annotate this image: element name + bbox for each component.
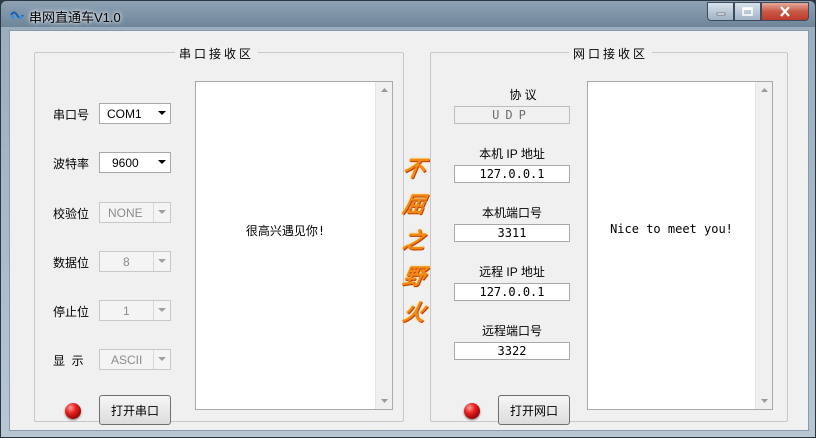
scroll-up-icon[interactable] [376,82,392,98]
local-port-label: 本机端口号 [481,206,542,220]
stopbits-label: 停止位 [53,305,90,319]
slogan-char: 火 [400,300,428,326]
minimize-button[interactable] [707,2,734,21]
slogan-char: 不 [400,156,428,182]
maximize-icon [742,7,753,16]
window-title: 串网直通车V1.0 [29,10,121,25]
local-ip-label: 本机 IP 地址 [479,147,545,161]
local-port-field[interactable]: 3311 [454,224,570,242]
serial-received-text: 很高兴遇见你! [245,224,326,238]
scroll-down-icon[interactable] [376,393,392,409]
baud-value: 9600 [112,156,139,170]
stopbits-value: 1 [123,304,130,318]
serial-group-title: 串口接收区 [175,45,259,62]
scroll-up-icon[interactable] [756,82,772,98]
local-ip-field[interactable]: 127.0.0.1 [454,165,570,183]
slogan: 不 屈 之 野 火 [399,151,429,331]
minimize-icon [716,12,725,15]
databits-label: 数据位 [53,256,90,270]
display-value: ASCII [111,353,143,367]
chevron-down-icon [153,252,170,271]
parity-label: 校验位 [53,207,90,221]
parity-value: NONE [108,206,143,220]
serial-receive-group: 串口接收区 串口号 COM1 波特率 9600 校验位 NONE 数据位 8 停… [34,45,404,425]
title-bar[interactable]: 串网直通车V1.0 [1,1,815,29]
serial-receive-textbox[interactable]: 很高兴遇见你! [195,81,393,410]
chevron-down-icon [153,153,170,172]
protocol-label: 协 议 [509,88,537,102]
close-icon [780,6,790,17]
slogan-char: 之 [400,228,428,254]
maximize-button[interactable] [734,2,761,21]
display-select[interactable]: ASCII [99,349,171,370]
remote-port-field[interactable]: 3322 [454,342,570,360]
port-label: 串口号 [53,108,90,122]
client-area: 串口接收区 串口号 COM1 波特率 9600 校验位 NONE 数据位 8 停… [9,30,809,431]
slogan-char: 野 [400,264,428,290]
chevron-down-icon [153,203,170,222]
network-receive-textbox[interactable]: Nice to meet you! [587,81,773,410]
network-scrollbar[interactable] [755,82,772,409]
port-select[interactable]: COM1 [99,103,171,124]
scroll-down-icon[interactable] [756,393,772,409]
serial-status-led [65,403,81,419]
network-receive-group: 网口接收区 协 议 UDP 本机 IP 地址 127.0.0.1 本机端口号 3… [430,45,788,425]
app-icon [10,11,24,19]
chevron-down-icon [153,301,170,320]
network-received-text: Nice to meet you! [610,222,733,236]
open-serial-button[interactable]: 打开串口 [99,395,171,425]
close-button[interactable] [761,2,809,21]
baud-label: 波特率 [53,157,90,171]
stopbits-select[interactable]: 1 [99,300,171,321]
display-label: 显 示 [53,354,84,368]
databits-value: 8 [123,255,130,269]
parity-select[interactable]: NONE [99,202,171,223]
app-window: 串网直通车V1.0 串口接收区 串口号 COM1 波特率 9600 校验位 NO… [0,0,816,438]
databits-select[interactable]: 8 [99,251,171,272]
remote-ip-label: 远程 IP 地址 [479,265,545,279]
network-group-title: 网口接收区 [569,45,653,62]
serial-scrollbar[interactable] [375,82,392,409]
chevron-down-icon [153,350,170,369]
remote-ip-field[interactable]: 127.0.0.1 [454,283,570,301]
slogan-char: 屈 [400,192,428,218]
baud-select[interactable]: 9600 [99,152,171,173]
network-status-led [464,403,480,419]
chevron-down-icon [153,104,170,123]
remote-port-label: 远程端口号 [481,324,542,338]
protocol-field: UDP [454,106,570,124]
open-network-button[interactable]: 打开网口 [498,395,570,425]
port-value: COM1 [107,107,142,121]
